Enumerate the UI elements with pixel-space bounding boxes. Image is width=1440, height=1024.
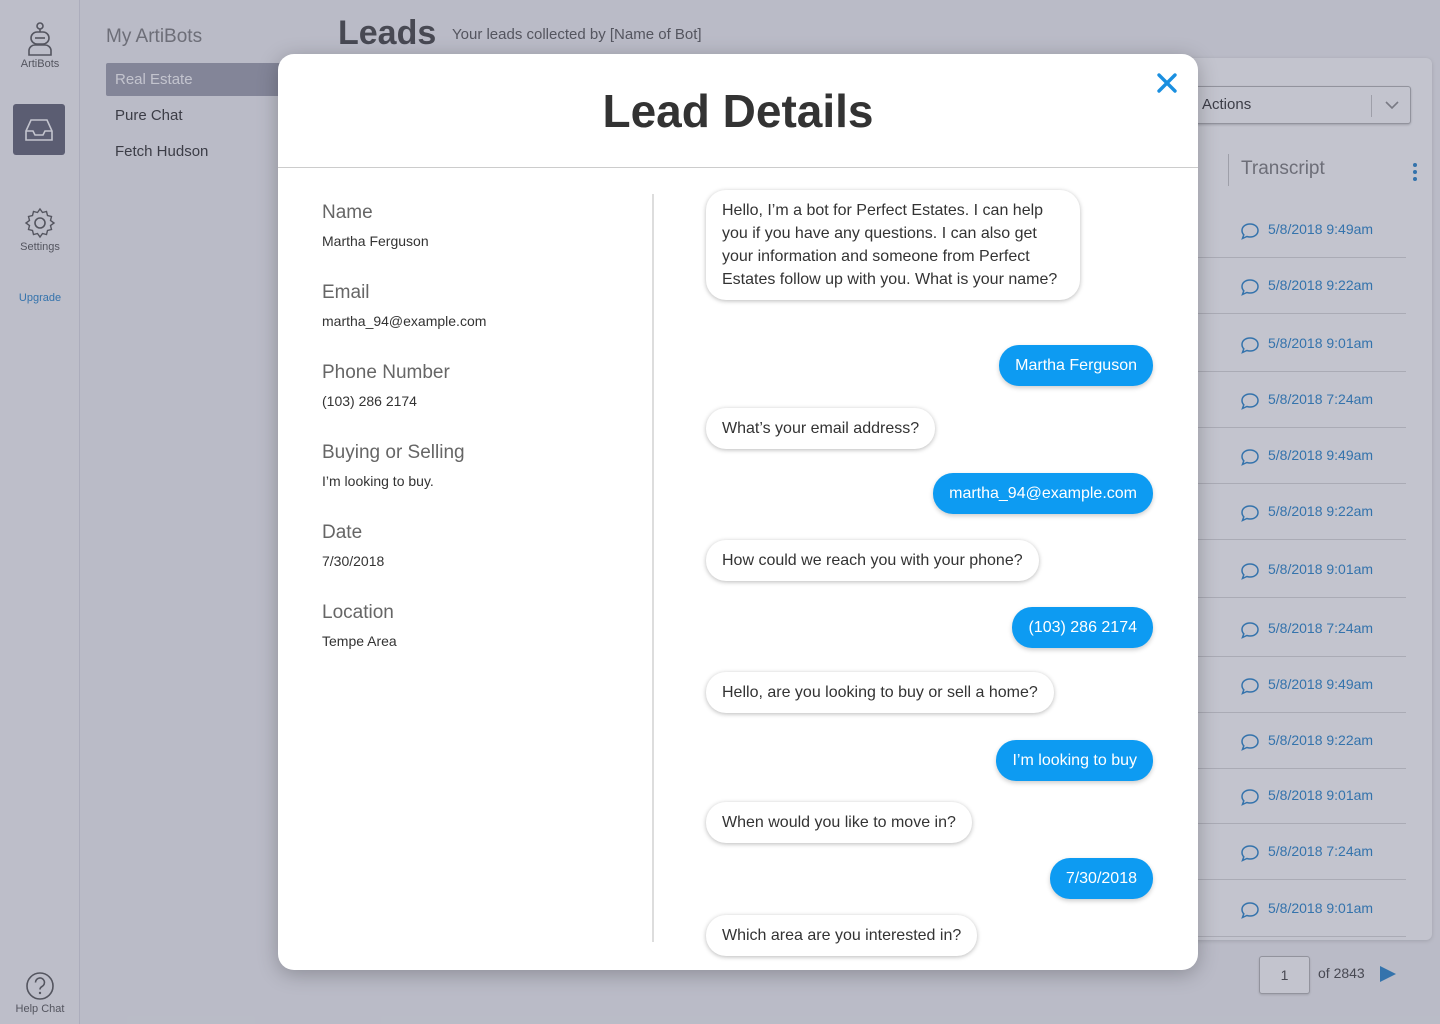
chat-transcript: Hello, I’m a bot for Perfect Estates. I … (706, 190, 1153, 970)
chat-bubble-user: (103) 286 2174 (1012, 607, 1153, 648)
column-divider (652, 194, 654, 942)
chat-bubble-user: I’m looking to buy (996, 740, 1153, 781)
field-value: 7/30/2018 (322, 553, 385, 569)
field-value: Martha Ferguson (322, 233, 429, 249)
chat-bubble-bot: What’s your email address? (706, 408, 936, 449)
field-value: I’m looking to buy. (322, 473, 434, 489)
chat-bubble-user: Martha Ferguson (999, 345, 1153, 386)
modal-title: Lead Details (602, 85, 874, 137)
chat-bubble-bot: When would you like to move in? (706, 802, 972, 843)
modal-header-divider (278, 167, 1198, 168)
field-date: Date 7/30/2018 (322, 520, 622, 570)
close-icon[interactable] (1156, 72, 1178, 94)
field-value: (103) 286 2174 (322, 393, 417, 409)
lead-details-modal: Lead Details Name Martha Ferguson Email … (278, 54, 1198, 970)
chat-bubble-bot: Which area are you interested in? (706, 915, 978, 956)
field-phone: Phone Number (103) 286 2174 (322, 360, 622, 410)
field-label: Email (322, 282, 370, 303)
field-email: Email martha_94@example.com (322, 280, 622, 330)
chat-bubble-bot: Hello, I’m a bot for Perfect Estates. I … (706, 190, 1080, 300)
field-label: Buying or Selling (322, 442, 465, 463)
field-label: Name (322, 202, 373, 223)
chat-bubble-user: martha_94@example.com (933, 473, 1153, 514)
field-label: Phone Number (322, 362, 450, 383)
chat-bubble-bot: Hello, are you looking to buy or sell a … (706, 672, 1054, 713)
chat-bubble-bot: How could we reach you with your phone? (706, 540, 1039, 581)
field-value: martha_94@example.com (322, 313, 487, 329)
field-label: Location (322, 602, 394, 623)
field-label: Date (322, 522, 363, 543)
field-buying-selling: Buying or Selling I’m looking to buy. (322, 440, 622, 490)
field-name: Name Martha Ferguson (322, 200, 622, 250)
field-value: Tempe Area (322, 633, 397, 649)
field-location: Location Tempe Area (322, 600, 622, 650)
chat-bubble-user: 7/30/2018 (1049, 858, 1153, 899)
